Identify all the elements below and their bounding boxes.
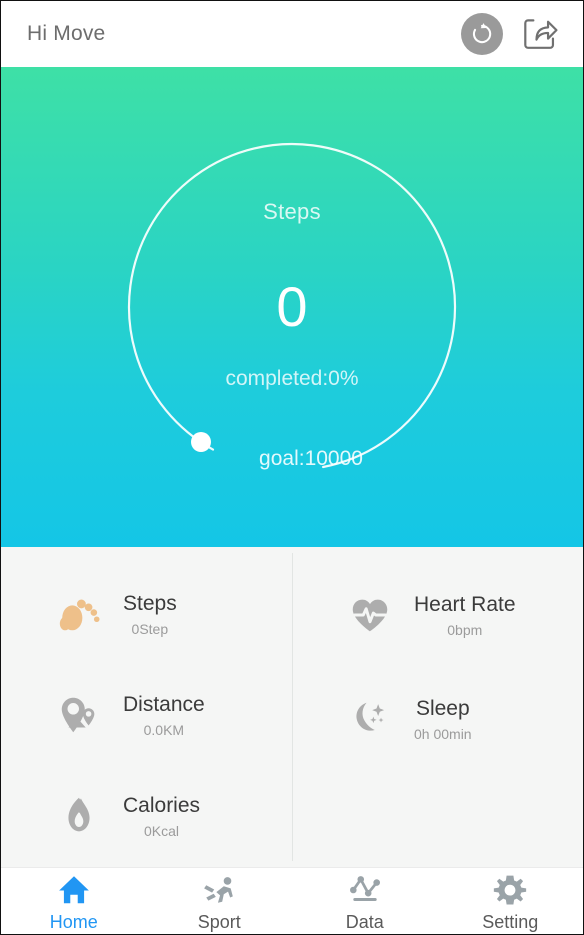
progress-ring: Steps 0 completed:0% goal:10000 <box>122 137 462 477</box>
moon-stars-icon <box>344 693 396 745</box>
stat-label: Calories <box>123 794 201 818</box>
stat-value: 0Step <box>131 620 169 637</box>
stat-texts: Heart Rate 0bpm <box>414 592 516 638</box>
app-header: Hi Move <box>1 1 583 67</box>
gear-icon <box>494 875 527 905</box>
stats-column-left: Steps 0Step Distance 0.0KM Calories 0Kca… <box>1 547 292 867</box>
nav-label: Home <box>49 912 98 932</box>
nav-label: Sport <box>197 912 241 932</box>
stats-panel: Steps 0Step Distance 0.0KM Calories 0Kca… <box>1 547 583 867</box>
stat-row-sleep[interactable]: Sleep 0h 00min <box>292 667 583 771</box>
chart-icon <box>349 876 380 901</box>
stat-texts: Distance 0.0KM <box>123 692 205 738</box>
stat-texts: Calories 0Kcal <box>123 793 200 839</box>
stat-texts: Sleep 0h 00min <box>414 696 472 742</box>
flame-icon <box>53 790 105 842</box>
steps-progress-hero[interactable]: Steps 0 completed:0% goal:10000 <box>1 67 583 547</box>
stat-label: Sleep <box>415 696 470 720</box>
nav-item-setting[interactable]: Setting <box>438 868 584 934</box>
stat-row-steps[interactable]: Steps 0Step <box>1 563 292 664</box>
app-root: Hi Move Steps 0 completed:0% goal:10000 … <box>0 0 584 935</box>
progress-marker-dot <box>191 432 211 452</box>
stat-row-distance[interactable]: Distance 0.0KM <box>1 664 292 765</box>
nav-item-data[interactable]: Data <box>292 868 438 934</box>
nav-label: Setting <box>482 912 539 932</box>
header-actions <box>461 13 561 55</box>
refresh-icon <box>461 13 503 55</box>
heart-pulse-icon <box>344 589 396 641</box>
stat-value: 0h 00min <box>414 726 472 743</box>
stats-column-right: Heart Rate 0bpm Sleep 0h 00min <box>292 547 583 867</box>
map-pin-icon <box>53 689 105 741</box>
nav-label: Data <box>345 912 384 932</box>
stats-column-divider <box>292 553 293 861</box>
stat-row-calories[interactable]: Calories 0Kcal <box>1 766 292 867</box>
page-title: Hi Move <box>27 22 106 45</box>
runner-icon <box>204 877 234 903</box>
refresh-button[interactable] <box>461 13 503 55</box>
home-icon <box>58 876 89 904</box>
share-icon <box>524 19 558 49</box>
bottom-navigation: Home Sport Data Setting <box>1 867 583 934</box>
nav-item-home[interactable]: Home <box>1 868 147 934</box>
stat-value: 0Kcal <box>144 823 180 840</box>
stat-row-heart-rate[interactable]: Heart Rate 0bpm <box>292 563 583 667</box>
nav-item-sport[interactable]: Sport <box>147 868 293 934</box>
stat-label: Heart Rate <box>414 592 516 616</box>
share-button[interactable] <box>519 13 561 55</box>
footprint-icon <box>53 588 105 640</box>
stat-texts: Steps 0Step <box>123 591 177 637</box>
stat-value: 0bpm <box>447 622 483 639</box>
stat-label: Distance <box>123 692 205 716</box>
stat-label: Steps <box>123 591 177 615</box>
stat-value: 0.0KM <box>143 722 185 739</box>
